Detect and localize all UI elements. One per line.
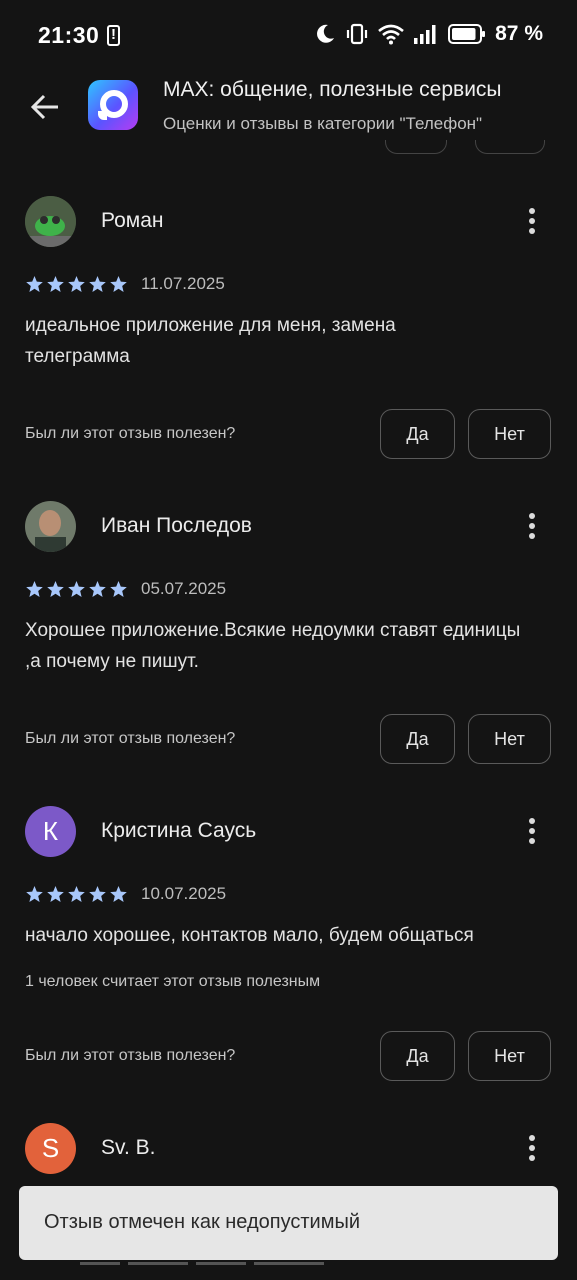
- moon-icon: [317, 24, 335, 43]
- star-icon: [26, 886, 43, 902]
- helpful-no-button[interactable]: Нет: [468, 1031, 551, 1081]
- status-icons: 87 %: [314, 22, 543, 46]
- helpful-yes-button[interactable]: Да: [380, 714, 455, 764]
- battery-level: 87 %: [495, 22, 543, 45]
- rating-stars: [25, 885, 128, 904]
- back-arrow-icon[interactable]: [26, 88, 64, 126]
- star-icon: [68, 581, 85, 597]
- helpful-question: Был ли этот отзыв полезен?: [25, 1047, 236, 1064]
- star-icon: [110, 581, 127, 597]
- helpful-yes-button[interactable]: Да: [380, 409, 455, 459]
- rating-stars: [25, 275, 128, 294]
- status-time: 21:30: [38, 22, 100, 48]
- battery-icon: [448, 24, 486, 44]
- review-date: 10.07.2025: [141, 884, 227, 903]
- scrolled-filter-chips: [385, 140, 545, 156]
- reviewer-name: Роман: [101, 209, 164, 232]
- review-date: 11.07.2025: [141, 274, 225, 293]
- page-title: MAX: общение, полезные сервисы: [163, 78, 502, 101]
- snackbar: Отзыв отмечен как недопустимый: [19, 1186, 558, 1260]
- avatar: S: [25, 1123, 76, 1174]
- more-options-icon[interactable]: [518, 201, 546, 241]
- star-icon: [110, 886, 127, 902]
- more-options-icon[interactable]: [518, 811, 546, 851]
- vibrate-icon: [347, 23, 368, 45]
- star-icon: [47, 276, 64, 292]
- review-date: 05.07.2025: [141, 579, 227, 598]
- star-icon: [26, 276, 43, 292]
- reviewer-name: Кристина Саусь: [101, 819, 257, 842]
- review-text: Хорошее приложение.Всякие недоумки ставя…: [25, 620, 521, 672]
- obscured-review-text: [80, 1262, 340, 1272]
- helpful-no-button[interactable]: Нет: [468, 409, 551, 459]
- star-icon: [89, 886, 106, 902]
- avatar: [25, 196, 76, 247]
- star-icon: [47, 581, 64, 597]
- snackbar-message: Отзыв отмечен как недопустимый: [44, 1211, 361, 1233]
- status-bar: 21:30 87 %: [0, 0, 577, 72]
- alert-icon: [107, 25, 120, 46]
- avatar: [25, 501, 76, 552]
- star-icon: [47, 886, 64, 902]
- wifi-icon: [378, 24, 404, 45]
- app-logo: [88, 80, 138, 130]
- helpful-question: Был ли этот отзыв полезен?: [25, 730, 236, 747]
- reviewer-name: Sv. B.: [101, 1136, 156, 1159]
- star-icon: [89, 276, 106, 292]
- star-icon: [26, 581, 43, 597]
- page-subtitle: Оценки и отзывы в категории "Телефон": [163, 114, 483, 133]
- signal-icon: [414, 25, 436, 44]
- star-icon: [89, 581, 106, 597]
- more-options-icon[interactable]: [518, 506, 546, 546]
- star-icon: [68, 886, 85, 902]
- helpful-count: 1 человек считает этот отзыв полезным: [25, 973, 321, 990]
- helpful-question: Был ли этот отзыв полезен?: [25, 425, 236, 442]
- rating-stars: [25, 580, 128, 599]
- more-options-icon[interactable]: [518, 1128, 546, 1168]
- helpful-no-button[interactable]: Нет: [468, 714, 551, 764]
- avatar: К: [25, 806, 76, 857]
- review-text: начало хорошее, контактов мало, будем об…: [25, 925, 474, 946]
- helpful-yes-button[interactable]: Да: [380, 1031, 455, 1081]
- review-text: идеальное приложение для меня, замена те…: [25, 315, 396, 367]
- star-icon: [68, 276, 85, 292]
- star-icon: [110, 276, 127, 292]
- reviewer-name: Иван Последов: [101, 514, 252, 537]
